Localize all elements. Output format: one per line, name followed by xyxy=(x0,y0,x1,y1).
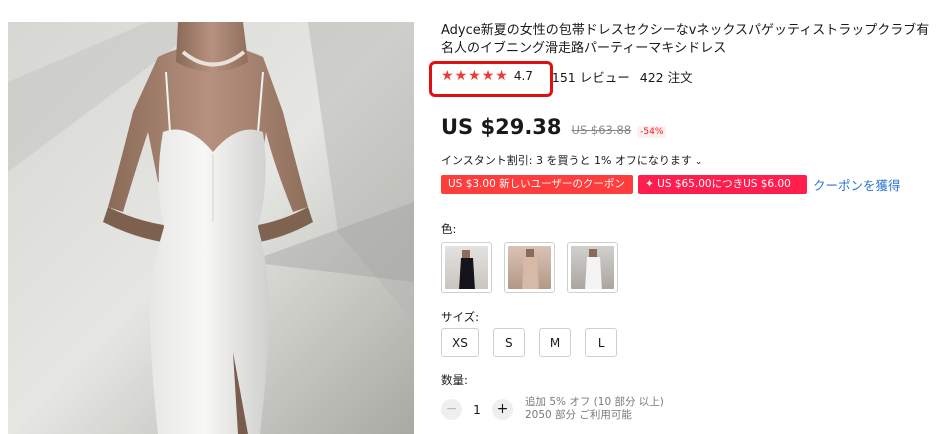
bulk-discount-note: 追加 5% オフ (10 部分 以上) xyxy=(525,396,664,408)
instant-discount[interactable]: インスタント割引: 3 を買うと 1% オフになります ⌄ xyxy=(441,152,702,168)
new-user-coupon[interactable]: US $3.00 新しいユーザーのクーポン xyxy=(441,175,633,194)
current-price: US $29.38 xyxy=(441,115,562,139)
color-swatch-white[interactable] xyxy=(567,242,618,293)
color-swatch-black[interactable] xyxy=(441,242,492,293)
product-title: Adyce新夏の女性の包帯ドレスセクシーなvネックスパゲッティストラップクラブ有… xyxy=(441,23,930,56)
color-label: 色: xyxy=(441,222,457,236)
product-photo-illustration xyxy=(8,22,414,434)
spend-save-coupon[interactable]: ✦ US $65.00につきUS $6.00オフ xyxy=(638,175,807,209)
stock-available-note: 2050 部分 ご利用可能 xyxy=(525,409,632,421)
chevron-down-icon: ⌄ xyxy=(694,157,703,167)
coupon-row: US $3.00 新しいユーザーのクーポン ✦ US $65.00につきUS $… xyxy=(441,175,901,209)
size-options: XS S M L xyxy=(441,328,618,357)
orders-count: 422 注文 xyxy=(639,69,693,85)
quantity-stepper: − 1 + 追加 5% オフ (10 部分 以上) 2050 部分 ご利用可能 xyxy=(441,396,664,422)
size-option-xs[interactable]: XS xyxy=(441,328,479,357)
black-dress-thumbnail xyxy=(459,250,475,289)
size-option-s[interactable]: S xyxy=(492,328,525,357)
color-swatches xyxy=(441,242,618,293)
quantity-note: 追加 5% オフ (10 部分 以上) 2050 部分 ご利用可能 xyxy=(525,396,664,422)
get-coupon-link[interactable]: クーポンを獲得 xyxy=(813,175,901,194)
size-option-m[interactable]: M xyxy=(538,328,572,357)
quantity-value[interactable]: 1 xyxy=(462,402,492,417)
size-label: サイズ: xyxy=(441,310,480,324)
size-option-l[interactable]: L xyxy=(585,328,618,357)
price-row: US $29.38 US $63.88 -54% xyxy=(441,115,667,139)
original-price: US $63.88 xyxy=(571,123,632,137)
product-info-panel: Adyce新夏の女性の包帯ドレスセクシーなvネックスパゲッティストラップクラブ有… xyxy=(429,22,936,421)
quantity-label: 数量: xyxy=(441,373,468,387)
color-swatch-nude[interactable] xyxy=(504,242,555,293)
rating-row: ★ ★ ★ ★ ★ 4.7 151 レビュー 422 注文 xyxy=(429,61,693,97)
nude-dress-thumbnail xyxy=(522,249,539,289)
quantity-increase-button[interactable]: + xyxy=(492,398,513,420)
product-main-image[interactable] xyxy=(8,22,414,434)
discount-badge: -54% xyxy=(637,126,667,138)
reviews-link[interactable]: 151 レビュー xyxy=(552,67,630,86)
rating-highlight-outline xyxy=(429,61,553,97)
white-dress-thumbnail xyxy=(585,249,602,289)
rating-summary[interactable]: ★ ★ ★ ★ ★ 4.7 xyxy=(429,61,553,97)
instant-discount-text: インスタント割引: 3 を買うと 1% オフになります xyxy=(441,154,692,167)
quantity-decrease-button[interactable]: − xyxy=(441,398,462,420)
